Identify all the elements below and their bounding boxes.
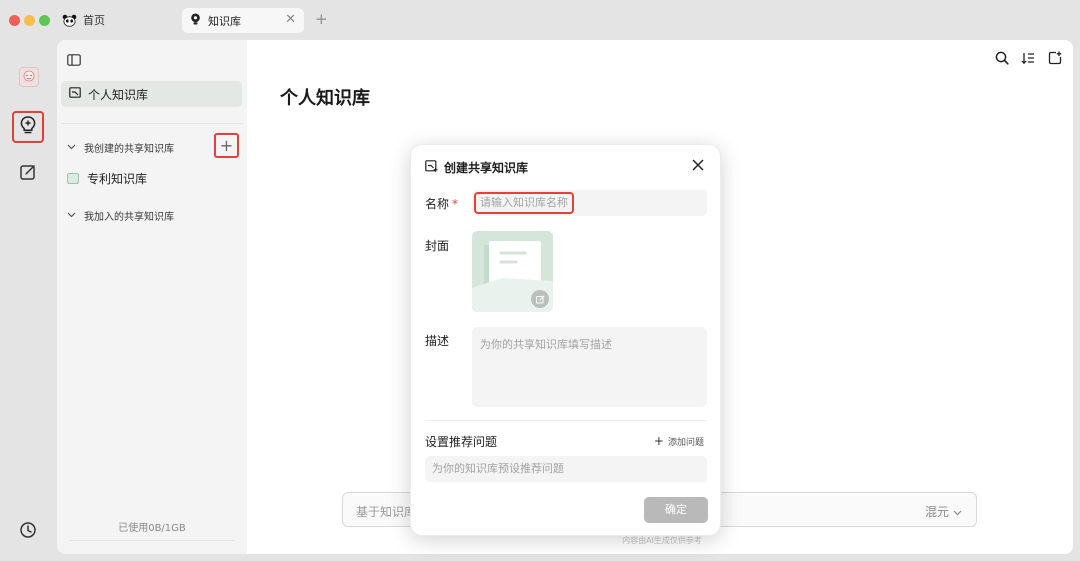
question-input-placeholder: 为你的知识库预设推荐问题 [432, 462, 564, 475]
tab-home[interactable]: 首页 [62, 8, 105, 32]
sidebar-item-patent-kb[interactable]: 专利知识库 [67, 170, 147, 187]
minimize-window-button[interactable] [24, 15, 35, 26]
close-window-button[interactable] [9, 15, 20, 26]
clock-icon [19, 521, 37, 543]
bulb-icon [19, 115, 37, 139]
cover-label: 封面 [425, 239, 450, 253]
section-created-shared-label: 我创建的共享知识库 [84, 144, 174, 155]
tab-knowledge-base[interactable]: 知识库 ✕ [182, 8, 304, 33]
storage-usage: 已使用0B/1GB [118, 523, 186, 534]
chat-input-placeholder: 基于知识库 [356, 505, 417, 519]
folder-icon [69, 87, 81, 101]
edit-cover-icon[interactable] [531, 290, 549, 308]
add-question-label: 添加问题 [667, 437, 704, 448]
plus-icon: + [653, 434, 664, 448]
left-rail [0, 40, 57, 561]
section-joined-shared-label: 我加入的共享知识库 [84, 212, 174, 223]
rail-knowledge-button[interactable] [12, 111, 44, 143]
sidebar-toggle-icon[interactable] [67, 51, 81, 70]
tab-knowledge-base-label: 知识库 [208, 14, 241, 28]
page-title: 个人知识库 [280, 88, 370, 109]
sort-icon[interactable] [1019, 49, 1037, 67]
sidebar-item-personal-kb[interactable]: 个人知识库 [61, 81, 242, 107]
search-icon[interactable] [993, 49, 1011, 67]
chevron-down-icon [953, 505, 962, 519]
name-label-text: 名称 [425, 197, 450, 211]
sidebar-item-personal-kb-label: 个人知识库 [88, 87, 149, 102]
add-file-icon[interactable] [1046, 49, 1064, 67]
description-label: 描述 [425, 334, 450, 348]
rail-write-button[interactable] [12, 158, 44, 190]
add-question-button[interactable]: + 添加问题 [654, 434, 704, 448]
close-icon[interactable] [690, 157, 706, 173]
recommended-questions-label: 设置推荐问题 [425, 435, 498, 449]
kb-cover-icon [67, 173, 79, 184]
sidebar-divider [69, 540, 235, 541]
name-input[interactable]: 请输入知识库名称 [472, 190, 707, 216]
plus-icon: + [219, 136, 234, 155]
panda-icon [62, 14, 77, 27]
title-bar: 首页 知识库 ✕ + [0, 0, 1080, 40]
confirm-button[interactable]: 确定 [644, 497, 708, 523]
tab-close-icon[interactable]: ✕ [285, 12, 296, 27]
ai-disclaimer: 内容由AI生成仅供参考 [622, 536, 702, 545]
description-input-placeholder: 为你的共享知识库填写描述 [480, 338, 612, 351]
avatar[interactable] [19, 67, 39, 87]
chevron-down-icon [67, 210, 76, 221]
create-shared-kb-dialog: 创建共享知识库 名称 * 请输入知识库名称 封面 描述 为你的共享知识库填写描述 … [410, 144, 721, 536]
edit-icon [19, 163, 37, 185]
dialog-header: 创建共享知识库 [425, 159, 528, 176]
required-mark: * [452, 197, 459, 211]
tab-home-label: 首页 [83, 14, 105, 27]
zoom-window-button[interactable] [39, 15, 50, 26]
name-input-placeholder: 请输入知识库名称 [474, 192, 574, 214]
bulb-icon [190, 13, 201, 28]
question-input[interactable]: 为你的知识库预设推荐问题 [425, 456, 707, 482]
cover-image[interactable] [472, 231, 553, 312]
add-shared-kb-button[interactable]: + [214, 133, 239, 158]
folder-icon [425, 160, 438, 175]
dialog-title: 创建共享知识库 [444, 161, 529, 175]
model-selector-label: 混元 [924, 505, 949, 519]
chevron-down-icon [67, 142, 76, 153]
description-input[interactable]: 为你的共享知识库填写描述 [472, 327, 707, 407]
sidebar: 个人知识库 我创建的共享知识库 + 专利知识库 我加入的共享知识库 已使用0B/… [57, 40, 247, 554]
dialog-divider [425, 420, 707, 421]
model-selector[interactable]: 混元 [925, 503, 962, 520]
section-created-shared[interactable]: 我创建的共享知识库 [67, 140, 174, 155]
rail-history-button[interactable] [12, 516, 44, 548]
new-tab-button[interactable]: + [315, 10, 328, 28]
sidebar-item-patent-kb-label: 专利知识库 [87, 172, 148, 186]
sidebar-divider [61, 123, 242, 124]
section-joined-shared[interactable]: 我加入的共享知识库 [67, 208, 174, 223]
name-label: 名称 * [425, 195, 458, 212]
